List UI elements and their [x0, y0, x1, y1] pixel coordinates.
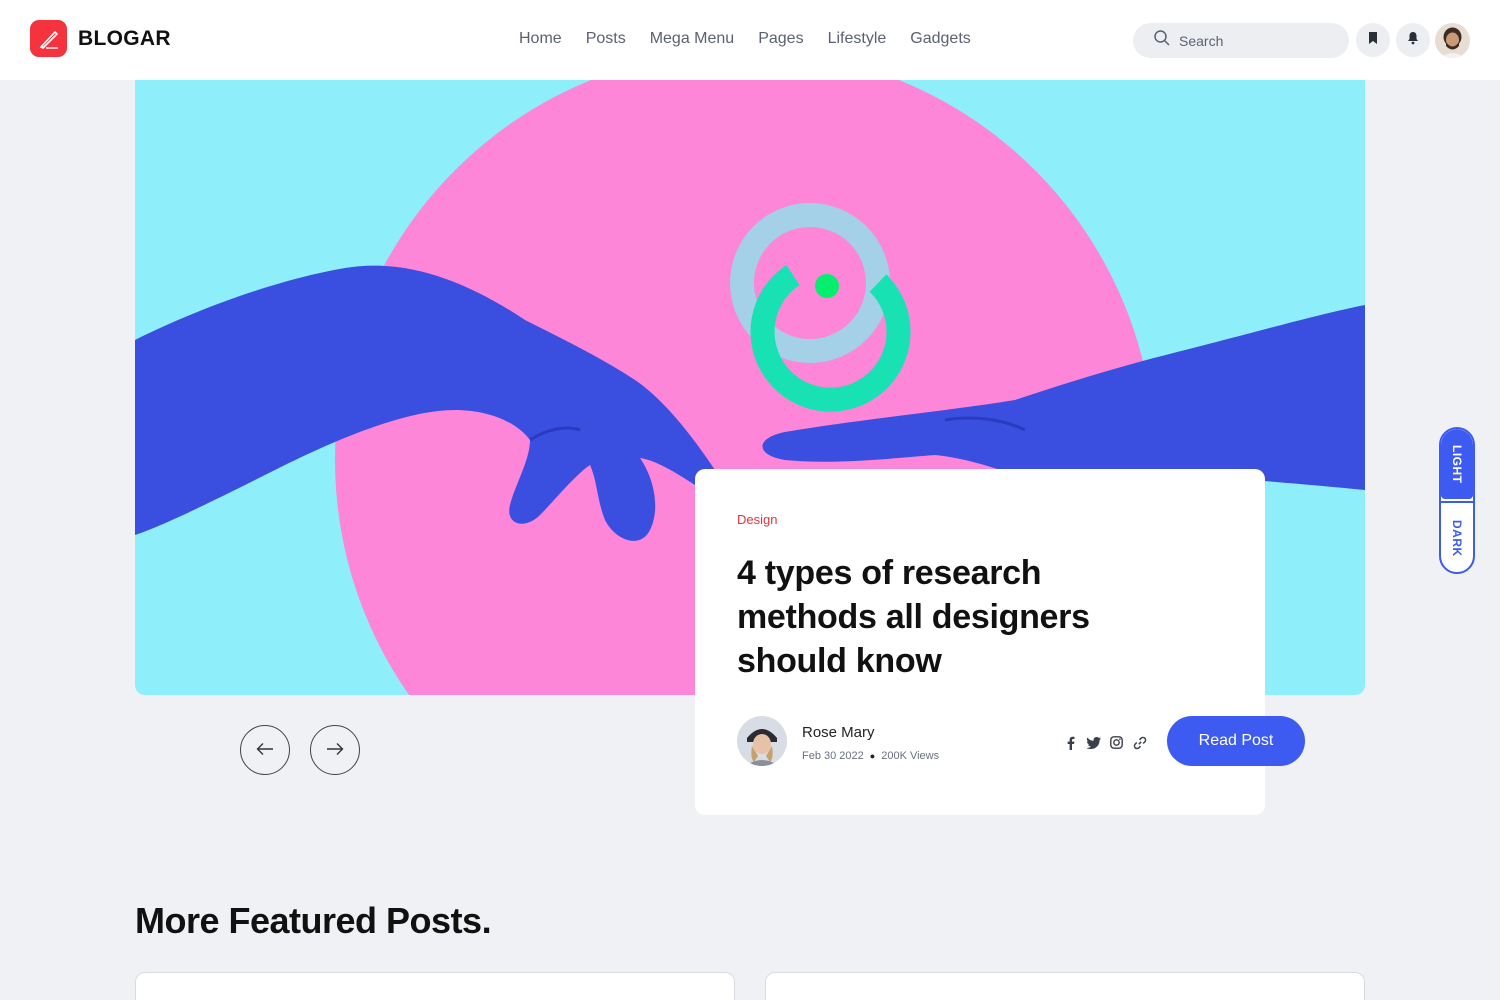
bookmark-button[interactable] [1356, 23, 1390, 57]
post-category[interactable]: Design [737, 512, 777, 527]
section-title: More Featured Posts. [135, 900, 492, 941]
instagram-icon[interactable] [1109, 735, 1124, 750]
bell-icon [1407, 31, 1419, 50]
read-post-button[interactable]: Read Post [1167, 716, 1305, 766]
dark-label: DARK [1450, 519, 1464, 557]
author-avatar[interactable] [737, 716, 787, 766]
nav-home[interactable]: Home [519, 30, 562, 48]
search-box [1133, 23, 1349, 58]
search-input[interactable] [1179, 32, 1329, 49]
dark-mode-button[interactable]: DARK [1441, 503, 1473, 572]
notification-button[interactable] [1396, 23, 1430, 57]
facebook-icon[interactable] [1063, 735, 1078, 750]
arrow-right-icon [326, 742, 344, 759]
link-icon[interactable] [1132, 735, 1147, 750]
nav-lifestyle[interactable]: Lifestyle [828, 30, 887, 48]
nav-posts[interactable]: Posts [586, 30, 626, 48]
post-title[interactable]: 4 types of research methods all designer… [737, 551, 1157, 683]
twitter-icon[interactable] [1086, 735, 1101, 750]
prev-slide-button[interactable] [240, 725, 290, 775]
meta-separator: ● [869, 751, 876, 761]
brand-name[interactable]: BLOGAR [78, 27, 171, 51]
nav-gadgets[interactable]: Gadgets [910, 30, 970, 48]
nav-mega-menu[interactable]: Mega Menu [650, 30, 735, 48]
author-name[interactable]: Rose Mary [802, 724, 875, 741]
post-views: 200K Views [881, 750, 940, 762]
light-mode-button[interactable]: LIGHT [1441, 429, 1473, 499]
featured-card-1[interactable] [135, 972, 735, 1000]
theme-toggle: LIGHT DARK [1439, 427, 1475, 574]
user-avatar[interactable] [1435, 23, 1470, 58]
featured-card-2[interactable] [765, 972, 1365, 1000]
post-date: Feb 30 2022 [802, 750, 864, 762]
arrow-left-icon [256, 742, 274, 759]
site-header: BLOGAR Home Posts Mega Menu Pages Lifest… [0, 0, 1500, 80]
light-label: LIGHT [1450, 444, 1464, 484]
search-icon [1153, 29, 1171, 52]
nav-pages[interactable]: Pages [758, 30, 803, 48]
main-nav: Home Posts Mega Menu Pages Lifestyle Gad… [519, 30, 995, 48]
post-meta: Feb 30 2022 ● 200K Views [802, 750, 939, 762]
bookmark-icon [1367, 31, 1379, 50]
logo-icon[interactable] [30, 20, 67, 57]
next-slide-button[interactable] [310, 725, 360, 775]
featured-post-card: Design 4 types of research methods all d… [695, 469, 1305, 815]
share-links [1063, 735, 1147, 750]
